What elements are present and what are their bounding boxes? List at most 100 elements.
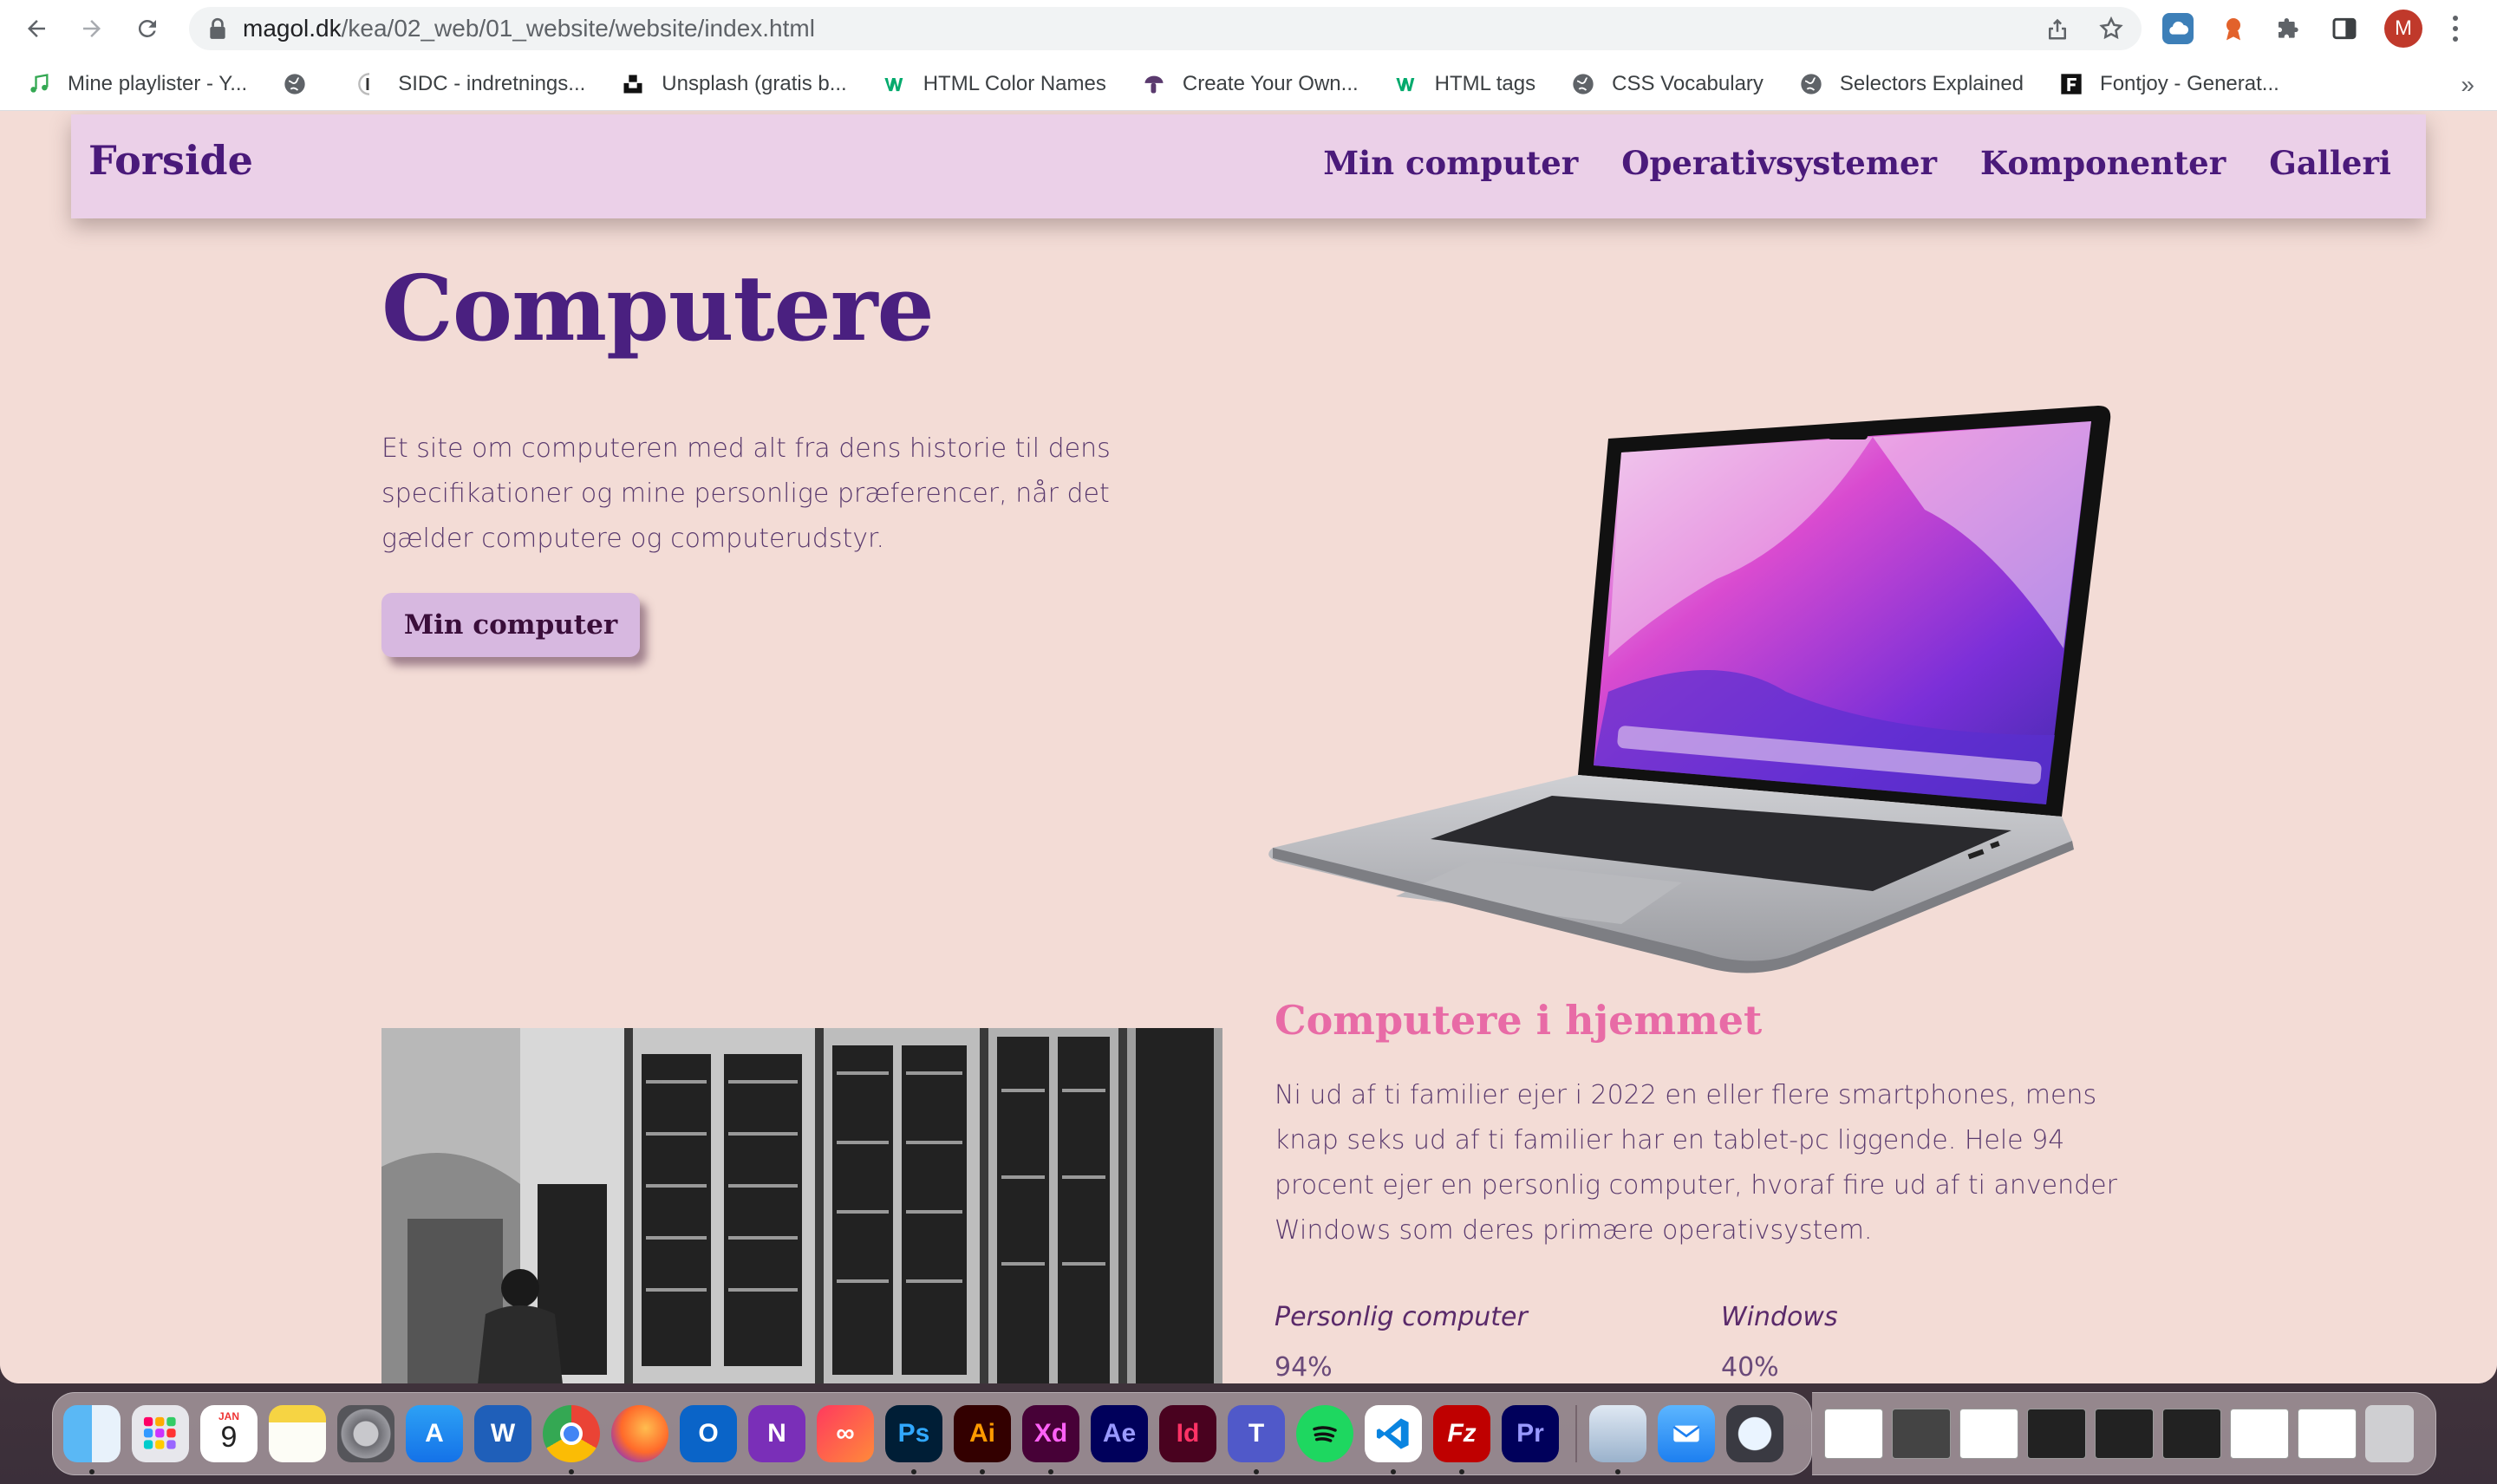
filezilla-icon[interactable]: Fz [1433, 1405, 1490, 1474]
chrome-icon[interactable] [543, 1405, 600, 1474]
minimized-window-thumbnail[interactable] [1959, 1409, 2018, 1459]
address-bar[interactable]: magol.dk/kea/02_web/01_website/website/i… [189, 7, 2142, 50]
stat-label-windows: Windows [1721, 1302, 1838, 1332]
preview-icon[interactable] [1589, 1405, 1646, 1474]
minimized-window-thumbnail[interactable] [1824, 1409, 1883, 1459]
firefox-icon[interactable] [611, 1405, 668, 1462]
illustrator-icon[interactable]: Ai [954, 1405, 1011, 1474]
bookmark-item[interactable]: Mine playlister - Y... [26, 71, 247, 97]
url-path: /kea/02_web/01_website/website/index.htm… [341, 15, 815, 42]
system-preferences-icon[interactable] [337, 1405, 394, 1462]
notes-icon[interactable] [269, 1405, 326, 1462]
side-panel-icon[interactable] [2329, 13, 2360, 44]
browser-window: magol.dk/kea/02_web/01_website/website/i… [0, 0, 2497, 1383]
hero-title: Computere [381, 255, 935, 361]
spotify-icon[interactable] [1296, 1405, 1353, 1462]
music-note-icon [26, 71, 52, 97]
reload-button[interactable] [127, 8, 168, 49]
forward-button[interactable] [71, 8, 113, 49]
sidc-icon [356, 71, 382, 97]
bookmark-item[interactable]: HTML Color Names [882, 71, 1106, 97]
premiere-pro-icon[interactable]: Pr [1502, 1405, 1559, 1462]
minimized-window-thumbnail[interactable] [2095, 1409, 2154, 1459]
bookmark-label: Fontjoy - Generat... [2100, 71, 2279, 95]
creative-cloud-icon[interactable]: ∞ [817, 1405, 874, 1462]
teams-icon[interactable]: T [1228, 1405, 1285, 1474]
section-title: Computere i hjemmet [1275, 997, 1763, 1044]
nav-link-galleri[interactable]: Galleri [2269, 144, 2391, 182]
globe-icon [282, 71, 308, 97]
mushroom-icon [1141, 71, 1167, 97]
bookmark-label: CSS Vocabulary [1612, 71, 1764, 95]
browser-menu-icon[interactable] [2447, 13, 2464, 44]
bookmark-item[interactable]: Selectors Explained [1798, 71, 2024, 97]
fontjoy-icon [2058, 71, 2084, 97]
section-text: Ni ud af ti familier ejer i 2022 en elle… [1275, 1080, 2117, 1246]
word-icon[interactable]: W [474, 1405, 531, 1462]
vscode-icon[interactable] [1365, 1405, 1422, 1474]
site-header: Forside Min computer Operativsystemer Ko… [71, 114, 2426, 218]
profile-avatar[interactable]: M [2384, 10, 2422, 48]
bookmarks-overflow-button[interactable]: » [2461, 71, 2474, 99]
trash-icon[interactable] [2365, 1405, 2414, 1462]
url-host: magol.dk [243, 15, 342, 42]
outlook-icon[interactable]: O [680, 1405, 737, 1462]
cloud-extension-icon[interactable] [2162, 13, 2194, 44]
quicktime-icon[interactable] [1726, 1405, 1783, 1462]
nav-link-min-computer[interactable]: Min computer [1323, 144, 1578, 182]
app-store-icon[interactable]: A [406, 1405, 463, 1462]
stat-value-personlig-computer: 94% [1275, 1352, 1333, 1383]
bookmark-item[interactable]: Fontjoy - Generat... [2058, 71, 2279, 97]
share-icon[interactable] [2044, 16, 2070, 42]
globe-icon [1798, 71, 1824, 97]
bookmark-label: HTML Color Names [923, 71, 1106, 95]
bookmark-star-icon[interactable] [2098, 16, 2124, 42]
puzzle-extensions-icon[interactable] [2273, 13, 2305, 44]
w3schools-icon [1393, 71, 1419, 97]
nav-link-komponenter[interactable]: Komponenter [1980, 144, 2226, 182]
bookmark-item[interactable]: HTML tags [1393, 71, 1535, 97]
minimized-window-thumbnail[interactable] [2230, 1409, 2289, 1459]
forward-arrow-icon [83, 20, 101, 37]
hero-text: Et site om computeren med alt fra dens h… [381, 433, 1111, 554]
w3schools-icon [882, 71, 908, 97]
calendar-icon[interactable]: JAN 9 [200, 1405, 258, 1462]
indesign-icon[interactable]: Id [1159, 1405, 1216, 1462]
bookmark-item[interactable]: SIDC - indretnings... [356, 71, 585, 97]
nav-link-operativsystemer[interactable]: Operativsystemer [1621, 144, 1937, 182]
calendar-day: 9 [220, 1421, 238, 1454]
dock-minimized-windows [1812, 1392, 2436, 1475]
bookmark-label: Create Your Own... [1182, 71, 1359, 95]
bookmark-label: HTML tags [1434, 71, 1536, 95]
browser-toolbar: magol.dk/kea/02_web/01_website/website/i… [0, 0, 2497, 57]
stat-label-personlig-computer: Personlig computer [1275, 1302, 1528, 1332]
bookmark-label: Selectors Explained [1839, 71, 2024, 95]
reload-icon [138, 19, 156, 37]
bookmark-item[interactable]: CSS Vocabulary [1570, 71, 1764, 97]
badge-extension-icon[interactable] [2218, 13, 2249, 44]
minimized-window-thumbnail[interactable] [2162, 1409, 2221, 1459]
globe-icon [1570, 71, 1596, 97]
launchpad-icon[interactable] [132, 1405, 189, 1462]
bookmark-item[interactable] [282, 71, 323, 97]
minimized-window-thumbnail[interactable] [1892, 1409, 1951, 1459]
mail-icon[interactable] [1658, 1405, 1715, 1462]
main-navigation: Min computer Operativsystemer Komponente… [1323, 144, 2391, 182]
photoshop-icon[interactable]: Ps [885, 1405, 942, 1474]
bookmark-item[interactable]: Create Your Own... [1141, 71, 1359, 97]
site-logo-link[interactable]: Forside [88, 137, 253, 184]
finder-icon[interactable] [63, 1405, 121, 1474]
macos-dock: JAN 9 A W O N ∞ Ps Ai Xd Ae Id T Fz Pr [52, 1392, 1812, 1475]
min-computer-button[interactable]: Min computer [381, 593, 640, 657]
bookmark-label: Unsplash (gratis b... [662, 71, 847, 95]
bookmark-item[interactable]: Unsplash (gratis b... [620, 71, 847, 97]
bookmarks-bar: Mine playlister - Y... SIDC - indretning… [0, 57, 2497, 111]
bookmark-label: Mine playlister - Y... [68, 71, 248, 95]
xd-icon[interactable]: Xd [1022, 1405, 1079, 1474]
stat-value-windows: 40% [1721, 1352, 1779, 1383]
back-button[interactable] [16, 8, 57, 49]
onenote-icon[interactable]: N [748, 1405, 805, 1462]
after-effects-icon[interactable]: Ae [1091, 1405, 1148, 1462]
minimized-window-thumbnail[interactable] [2027, 1409, 2086, 1459]
minimized-window-thumbnail[interactable] [2298, 1409, 2357, 1459]
